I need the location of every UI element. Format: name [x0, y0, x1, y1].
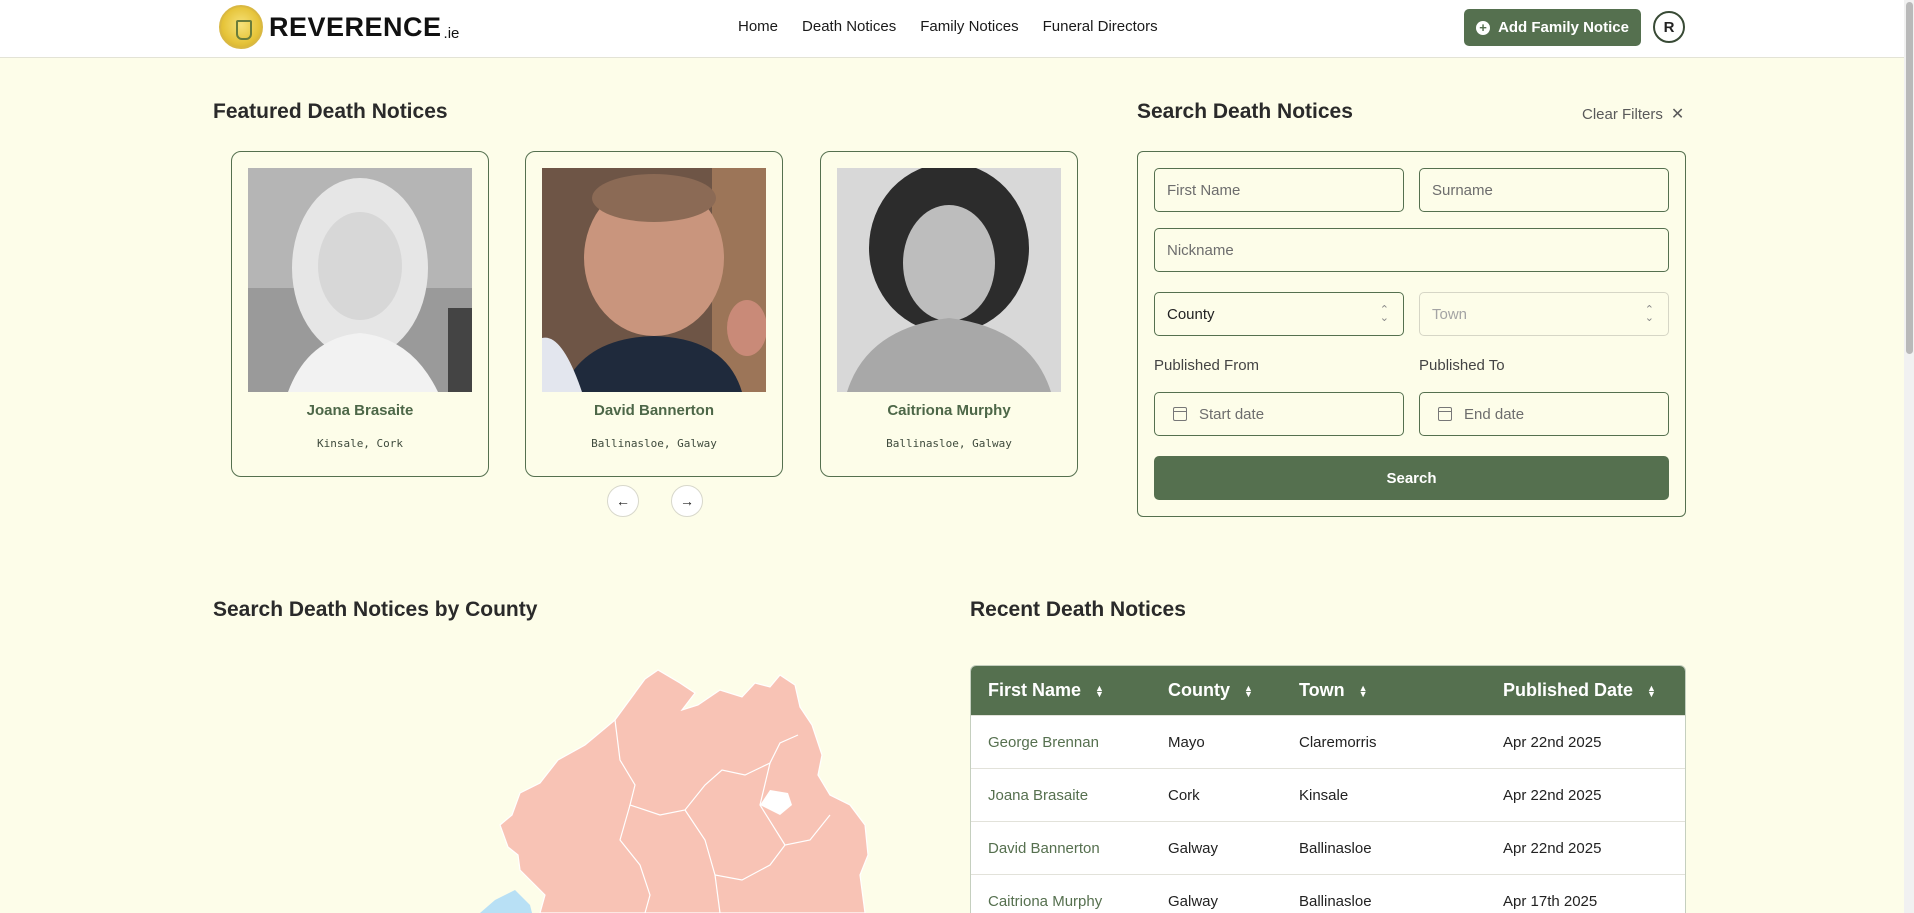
column-town[interactable]: Town ▲ ▼ — [1299, 680, 1368, 701]
scrollbar-thumb[interactable] — [1906, 2, 1913, 354]
column-county[interactable]: County ▲ ▼ — [1168, 680, 1253, 701]
calendar-icon — [1438, 407, 1452, 421]
nav-home[interactable]: Home — [738, 18, 778, 35]
recent-title: Recent Death Notices — [970, 598, 1186, 621]
cell-date: Apr 22nd 2025 — [1503, 734, 1602, 751]
county-map[interactable] — [470, 665, 940, 913]
cell-name[interactable]: George Brennan — [988, 734, 1099, 751]
cell-county: Galway — [1168, 840, 1219, 857]
card-name: Caitriona Murphy — [887, 402, 1011, 419]
add-family-notice-label: Add Family Notice — [1498, 19, 1629, 36]
add-family-notice-button[interactable]: + Add Family Notice — [1464, 9, 1641, 46]
table-row[interactable]: David Bannerton Galway Ballinasloe Apr 2… — [971, 821, 1685, 874]
card-name: Joana Brasaite — [306, 402, 414, 419]
arrow-left-icon: ← — [616, 493, 630, 509]
select-chevron-icon: ⌃ ⌄ — [1644, 304, 1654, 324]
table-row[interactable]: Caitriona Murphy Galway Ballinasloe Apr … — [971, 874, 1685, 913]
end-date-input[interactable]: End date — [1419, 392, 1669, 436]
main-nav: Home Death Notices Family Notices Funera… — [738, 18, 1158, 35]
card-location: Ballinasloe, Galway — [591, 437, 717, 450]
table-row[interactable]: George Brennan Mayo Claremorris Apr 22nd… — [971, 715, 1685, 768]
first-name-input[interactable]: First Name — [1154, 168, 1404, 212]
featured-title: Featured Death Notices — [213, 100, 448, 123]
published-from-label: Published From — [1154, 357, 1260, 374]
cell-name[interactable]: Caitriona Murphy — [988, 893, 1102, 910]
portrait-photo — [248, 168, 472, 392]
site-logo[interactable]: REVERENCE .ie — [219, 5, 459, 49]
portrait-photo — [542, 168, 766, 392]
end-date-placeholder: End date — [1464, 405, 1525, 423]
cell-town: Ballinasloe — [1299, 840, 1372, 857]
select-chevron-icon: ⌃ ⌄ — [1379, 304, 1389, 324]
clear-filters-button[interactable]: Clear Filters ✕ — [1582, 104, 1684, 124]
county-select-value: County — [1167, 305, 1215, 323]
card-name: David Bannerton — [593, 402, 714, 419]
column-published-date[interactable]: Published Date ▲ ▼ — [1503, 680, 1656, 701]
card-location: Ballinasloe, Galway — [886, 437, 1012, 450]
cell-date: Apr 22nd 2025 — [1503, 840, 1602, 857]
featured-card[interactable]: Caitriona Murphy Ballinasloe, Galway — [820, 151, 1078, 477]
cell-date: Apr 22nd 2025 — [1503, 787, 1602, 804]
column-label: Town — [1299, 680, 1345, 700]
user-avatar[interactable]: R — [1653, 11, 1685, 43]
carousel-prev-button[interactable]: ← — [607, 485, 639, 517]
column-label: Published Date — [1503, 680, 1634, 700]
sort-icon: ▲ ▼ — [1358, 682, 1368, 699]
county-map-title: Search Death Notices by County — [213, 598, 538, 621]
nav-death-notices[interactable]: Death Notices — [802, 18, 896, 35]
portrait-photo — [837, 168, 1061, 392]
logo-emblem-icon — [219, 5, 263, 49]
column-label: First Name — [988, 680, 1082, 700]
cell-county: Mayo — [1168, 734, 1205, 751]
sort-icon: ▲ ▼ — [1244, 682, 1253, 699]
cell-county: Cork — [1168, 787, 1200, 804]
calendar-icon — [1173, 407, 1187, 421]
nav-family-notices[interactable]: Family Notices — [920, 18, 1018, 35]
cell-town: Ballinasloe — [1299, 893, 1372, 910]
nav-funeral-directors[interactable]: Funeral Directors — [1043, 18, 1158, 35]
recent-notices-table: First Name ▲ ▼ County ▲ ▼ Town ▲ ▼ Publishe… — [970, 665, 1686, 913]
sort-icon: ▲ ▼ — [1647, 682, 1656, 699]
cell-name[interactable]: Joana Brasaite — [988, 787, 1088, 804]
logo-text: REVERENCE — [269, 11, 442, 42]
search-form: First Name Surname Nickname County ⌃ ⌄ To… — [1137, 151, 1686, 517]
table-row[interactable]: Joana Brasaite Cork Kinsale Apr 22nd 202… — [971, 768, 1685, 821]
arrow-right-icon: → — [680, 493, 694, 509]
logo-suffix: .ie — [443, 24, 460, 42]
town-select-value: Town — [1432, 305, 1468, 323]
nickname-input[interactable]: Nickname — [1154, 228, 1669, 272]
carousel-next-button[interactable]: → — [671, 485, 703, 517]
featured-card[interactable]: Joana Brasaite Kinsale, Cork — [231, 151, 489, 477]
county-select[interactable]: County ⌃ ⌄ — [1154, 292, 1404, 336]
sort-icon: ▲ ▼ — [1095, 682, 1104, 699]
featured-card[interactable]: David Bannerton Ballinasloe, Galway — [525, 151, 783, 477]
table-header: First Name ▲ ▼ County ▲ ▼ Town ▲ ▼ Publishe… — [971, 666, 1685, 715]
search-button[interactable]: Search — [1154, 456, 1669, 500]
card-location: Kinsale, Cork — [316, 437, 404, 450]
cell-county: Galway — [1168, 893, 1219, 910]
plus-circle-icon: + — [1476, 20, 1491, 35]
site-header: REVERENCE .ie Home Death Notices Family … — [0, 0, 1904, 58]
town-select[interactable]: Town ⌃ ⌄ — [1419, 292, 1669, 336]
start-date-placeholder: Start date — [1199, 405, 1265, 423]
cell-name[interactable]: David Bannerton — [988, 840, 1100, 857]
start-date-input[interactable]: Start date — [1154, 392, 1404, 436]
close-icon: ✕ — [1670, 106, 1685, 123]
cell-town: Kinsale — [1299, 787, 1349, 804]
column-first-name[interactable]: First Name ▲ ▼ — [988, 680, 1104, 701]
cell-date: Apr 17th 2025 — [1503, 893, 1598, 910]
published-to-label: Published To — [1419, 357, 1505, 374]
search-title: Search Death Notices — [1137, 100, 1353, 123]
column-label: County — [1168, 680, 1230, 700]
page-scrollbar[interactable] — [1904, 0, 1914, 913]
surname-input[interactable]: Surname — [1419, 168, 1669, 212]
clear-filters-label: Clear Filters — [1582, 105, 1663, 123]
cell-town: Claremorris — [1299, 734, 1377, 751]
